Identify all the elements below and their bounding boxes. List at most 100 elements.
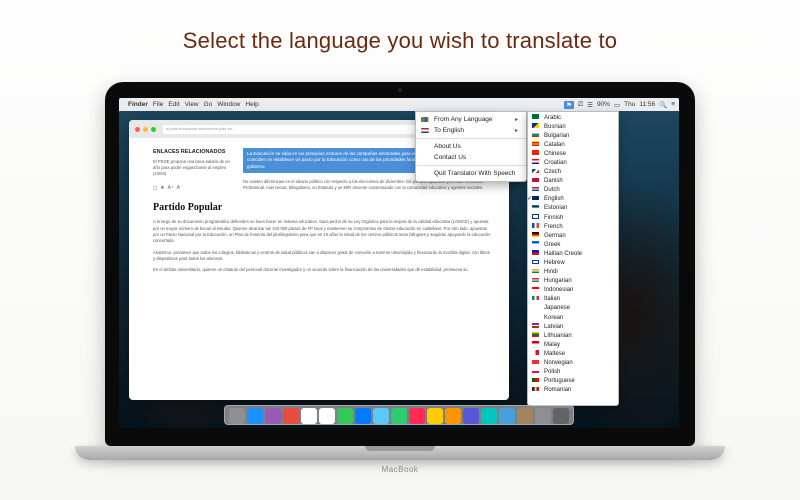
language-option-greek[interactable]: Greek [528, 240, 618, 249]
related-link-1[interactable]: El PSOE propone una beca-salario de un a… [153, 159, 231, 177]
language-label: English [544, 196, 564, 202]
menu-about[interactable]: About Us [416, 141, 526, 152]
menubar-app[interactable]: Finder [128, 101, 148, 108]
battery-icon[interactable]: ▭ [614, 101, 620, 109]
language-option-estonian[interactable]: Estonian [528, 204, 618, 213]
macos-menubar[interactable]: Finder File Edit View Go Window Help ⚑ ⎚… [119, 98, 679, 111]
language-option-arabic[interactable]: Arabic [528, 113, 618, 122]
language-option-haitian-creole[interactable]: Haitian Creole [528, 249, 618, 258]
language-option-malay[interactable]: Malay [528, 340, 618, 349]
menubar-window[interactable]: Window [217, 101, 240, 108]
language-option-japanese[interactable]: Japanese [528, 304, 618, 313]
flag-icon [532, 232, 539, 237]
article-para-2: A lo largo de su documento programático … [153, 219, 491, 244]
bookmark-icon[interactable]: ★ [160, 185, 164, 193]
menu-quit[interactable]: Quit Translator With Speech [416, 168, 526, 179]
language-label: Croatian [544, 160, 567, 166]
language-option-czech[interactable]: Czech [528, 168, 618, 177]
language-option-portuguese[interactable]: Portuguese [528, 377, 618, 386]
dock-app-18[interactable] [553, 408, 569, 424]
language-option-korean[interactable]: Korean [528, 313, 618, 322]
language-option-italian[interactable]: Italian [528, 295, 618, 304]
language-option-hungarian[interactable]: Hungarian [528, 277, 618, 286]
font-size-icon[interactable]: A⁺ [168, 185, 174, 193]
battery-percent: 90% [597, 101, 610, 108]
language-option-finnish[interactable]: Finnish [528, 213, 618, 222]
menubar-help[interactable]: Help [245, 101, 258, 108]
flag-icon [532, 178, 539, 183]
dock-app-7[interactable] [355, 408, 371, 424]
dock-app-16[interactable] [517, 408, 533, 424]
language-option-danish[interactable]: Danish [528, 177, 618, 186]
dock-app-0[interactable] [229, 408, 245, 424]
dock-app-6[interactable] [337, 408, 353, 424]
language-option-german[interactable]: German [528, 231, 618, 240]
font-size-down-icon[interactable]: A⁻ [177, 185, 183, 193]
menubar-go[interactable]: Go [204, 101, 213, 108]
menu-to-english[interactable]: To English ▸ [416, 125, 526, 136]
submenu-arrow-icon: ▸ [515, 116, 518, 123]
dock-app-3[interactable] [283, 408, 299, 424]
language-option-dutch[interactable]: Dutch [528, 186, 618, 195]
language-option-chinese[interactable]: Chinese [528, 149, 618, 158]
language-option-croatian[interactable]: Croatian [528, 158, 618, 167]
flag-icon [532, 287, 539, 292]
camera-dot [398, 88, 402, 92]
dock-app-4[interactable] [301, 408, 317, 424]
menu-from-any-language[interactable]: From Any Language ▸ [416, 114, 526, 125]
flag-icon [532, 369, 539, 374]
menu-to-english-label: To English [434, 127, 464, 134]
dock-app-9[interactable] [391, 408, 407, 424]
macos-dock[interactable] [224, 405, 574, 425]
window-minimize-icon[interactable] [143, 127, 148, 132]
language-option-bulgarian[interactable]: Bulgarian [528, 131, 618, 140]
dock-app-1[interactable] [247, 408, 263, 424]
language-option-latvian[interactable]: Latvian [528, 322, 618, 331]
language-label: Polish [544, 369, 560, 375]
wifi-icon[interactable]: ☰ [587, 101, 593, 109]
dock-app-13[interactable] [463, 408, 479, 424]
language-label: Latvian [544, 324, 563, 330]
menubar-time[interactable]: 11:56 [639, 101, 655, 108]
dock-app-15[interactable] [499, 408, 515, 424]
laptop-mockup: Finder File Edit View Go Window Help ⚑ ⎚… [105, 82, 695, 460]
language-label: Arabic [544, 115, 561, 121]
dock-app-14[interactable] [481, 408, 497, 424]
language-option-romanian[interactable]: Romanian [528, 386, 618, 395]
menubar-view[interactable]: View [185, 101, 199, 108]
submenu-arrow-icon: ▸ [515, 127, 518, 134]
dock-app-2[interactable] [265, 408, 281, 424]
dock-app-8[interactable] [373, 408, 389, 424]
dock-app-17[interactable] [535, 408, 551, 424]
language-option-hindi[interactable]: Hindi [528, 268, 618, 277]
language-option-norwegian[interactable]: Norwegian [528, 359, 618, 368]
language-option-english[interactable]: ✓English [528, 195, 618, 204]
display-icon[interactable]: ⎚ [578, 101, 583, 109]
dock-app-11[interactable] [427, 408, 443, 424]
dock-app-5[interactable] [319, 408, 335, 424]
notification-center-icon[interactable]: ≡ [671, 101, 675, 108]
share-icon[interactable]: ◻ [153, 185, 157, 193]
flag-icon [532, 159, 539, 164]
language-option-maltese[interactable]: Maltese [528, 349, 618, 358]
language-option-indonesian[interactable]: Indonesian [528, 286, 618, 295]
menubar-edit[interactable]: Edit [168, 101, 179, 108]
language-option-french[interactable]: French [528, 222, 618, 231]
language-option-hebrew[interactable]: Hebrew [528, 259, 618, 268]
language-option-lithuanian[interactable]: Lithuanian [528, 331, 618, 340]
language-label: Catalan [544, 142, 565, 148]
window-close-icon[interactable] [135, 127, 140, 132]
language-option-catalan[interactable]: Catalan [528, 140, 618, 149]
menubar-file[interactable]: File [153, 101, 163, 108]
spotlight-icon[interactable]: 🔍 [659, 101, 667, 109]
menubar-day[interactable]: Thu [624, 101, 635, 108]
flag-icon [532, 223, 539, 228]
translator-menubar-icon[interactable]: ⚑ [564, 101, 574, 109]
dock-app-12[interactable] [445, 408, 461, 424]
dock-app-10[interactable] [409, 408, 425, 424]
menu-contact[interactable]: Contact Us [416, 152, 526, 163]
language-label: Hebrew [544, 260, 565, 266]
language-option-polish[interactable]: Polish [528, 368, 618, 377]
language-option-bosnian[interactable]: Bosnian [528, 122, 618, 131]
window-zoom-icon[interactable] [151, 127, 156, 132]
